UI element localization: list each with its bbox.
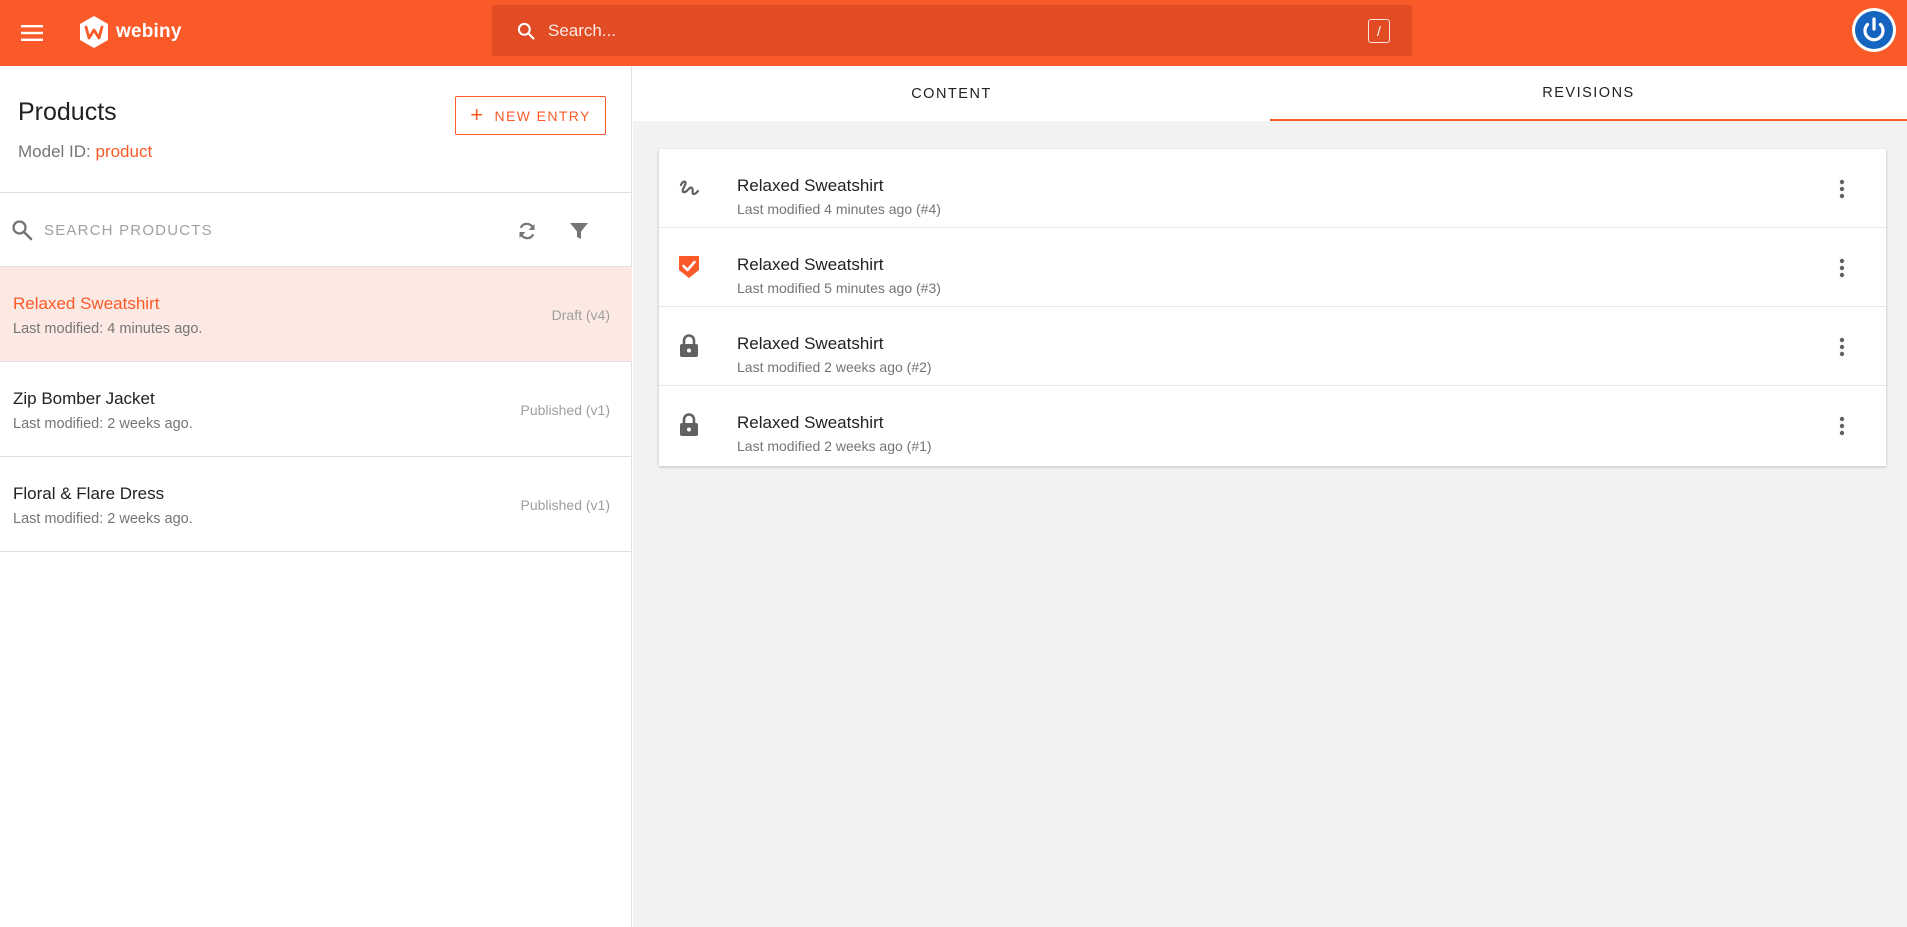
power-icon — [1855, 11, 1893, 49]
list-search-bar — [0, 193, 632, 267]
list-header: Products Model ID: product + NEW ENTRY — [0, 66, 632, 193]
search-icon — [514, 19, 538, 43]
global-search-input[interactable] — [548, 20, 1368, 41]
entry-title: Floral & Flare Dress — [13, 484, 165, 503]
entry-modified: Last modified: 4 minutes ago. — [13, 321, 203, 337]
entry-title: Relaxed Sweatshirt — [13, 294, 160, 313]
entry-status: Published (v1) — [520, 497, 611, 513]
logo-text: webiny — [116, 21, 182, 42]
search-icon — [10, 218, 34, 242]
list-item[interactable]: Relaxed Sweatshirt Last modified: 4 minu… — [0, 267, 632, 362]
new-entry-label: NEW ENTRY — [494, 107, 591, 124]
tab-bar: CONTENT REVISIONS — [633, 66, 1907, 121]
list-item[interactable]: Floral & Flare Dress Last modified: 2 we… — [0, 457, 632, 552]
revision-row[interactable]: Relaxed Sweatshirt Last modified 5 minut… — [659, 228, 1886, 307]
list-item[interactable]: Zip Bomber Jacket Last modified: 2 weeks… — [0, 362, 632, 457]
revision-row[interactable]: Relaxed Sweatshirt Last modified 4 minut… — [659, 149, 1886, 228]
new-entry-button[interactable]: + NEW ENTRY — [455, 96, 606, 135]
revision-row[interactable]: Relaxed Sweatshirt Last modified 2 weeks… — [659, 307, 1886, 386]
lock-icon — [675, 411, 703, 439]
webiny-logo[interactable]: webiny — [78, 12, 182, 52]
revision-modified: Last modified 5 minutes ago (#3) — [737, 280, 941, 296]
revision-modified: Last modified 2 weeks ago (#1) — [737, 438, 932, 454]
search-shortcut-key: / — [1368, 18, 1390, 43]
refresh-icon[interactable] — [513, 217, 541, 245]
tab-content[interactable]: CONTENT — [633, 66, 1270, 121]
plus-icon: + — [470, 101, 485, 127]
search-products-input[interactable] — [44, 217, 484, 243]
revision-title: Relaxed Sweatshirt — [737, 413, 884, 432]
revision-modified: Last modified 2 weeks ago (#2) — [737, 359, 932, 375]
user-avatar-button[interactable] — [1852, 8, 1896, 52]
webiny-logo-icon — [80, 16, 108, 48]
more-vert-icon[interactable] — [1828, 254, 1856, 282]
tab-revisions[interactable]: REVISIONS — [1270, 66, 1907, 121]
revision-title: Relaxed Sweatshirt — [737, 255, 884, 274]
lock-icon — [675, 332, 703, 360]
revisions-list: Relaxed Sweatshirt Last modified 4 minut… — [659, 149, 1886, 466]
entries-list-panel: Products Model ID: product + NEW ENTRY S… — [0, 66, 632, 927]
hamburger-menu-icon[interactable] — [14, 15, 50, 51]
entry-modified: Last modified: 2 weeks ago. — [13, 511, 193, 527]
model-id: Model ID: product — [18, 142, 152, 162]
more-vert-icon[interactable] — [1828, 412, 1856, 440]
model-id-label: Model ID: — [18, 142, 91, 161]
top-app-bar: webiny / — [0, 0, 1907, 66]
revision-modified: Last modified 4 minutes ago (#4) — [737, 201, 941, 217]
published-check-icon — [675, 253, 703, 281]
page-title: Products — [18, 98, 117, 126]
filter-icon[interactable] — [565, 217, 593, 245]
global-search[interactable]: / — [492, 5, 1412, 56]
entry-title: Zip Bomber Jacket — [13, 389, 155, 408]
revision-row[interactable]: Relaxed Sweatshirt Last modified 2 weeks… — [659, 386, 1886, 465]
revision-title: Relaxed Sweatshirt — [737, 176, 884, 195]
model-id-value: product — [95, 142, 153, 161]
revision-title: Relaxed Sweatshirt — [737, 334, 884, 353]
draft-squiggle-icon — [675, 174, 703, 202]
entry-status: Published (v1) — [520, 402, 611, 418]
more-vert-icon[interactable] — [1828, 175, 1856, 203]
entry-status: Draft (v4) — [551, 307, 610, 323]
entry-detail-panel: CONTENT REVISIONS Relaxed Sweatshirt Las… — [633, 66, 1907, 927]
more-vert-icon[interactable] — [1828, 333, 1856, 361]
entry-modified: Last modified: 2 weeks ago. — [13, 416, 193, 432]
